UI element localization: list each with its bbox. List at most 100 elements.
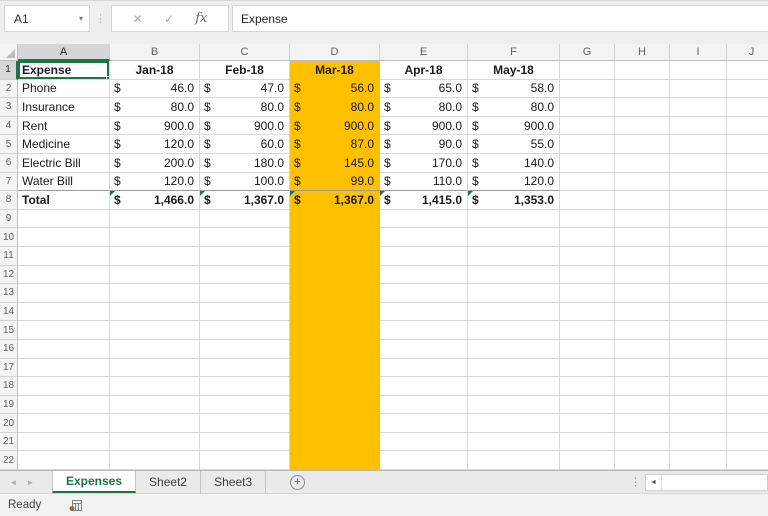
row-header-9[interactable]: 9 <box>0 210 18 229</box>
cell-F21[interactable] <box>468 433 560 452</box>
cell-I17[interactable] <box>670 359 727 378</box>
cell-E9[interactable] <box>380 210 468 229</box>
cell-A6[interactable]: Electric Bill <box>18 154 110 173</box>
cell-A19[interactable] <box>18 396 110 415</box>
cell-E7[interactable]: $110.0 <box>380 173 468 192</box>
cell-I13[interactable] <box>670 284 727 303</box>
sheet-tab-sheet2[interactable]: Sheet2 <box>136 471 201 493</box>
cell-G3[interactable] <box>560 98 615 117</box>
cell-J14[interactable] <box>727 303 768 322</box>
cell-A20[interactable] <box>18 414 110 433</box>
cell-I22[interactable] <box>670 451 727 470</box>
cell-A14[interactable] <box>18 303 110 322</box>
cell-G1[interactable] <box>560 61 615 80</box>
cell-G16[interactable] <box>560 340 615 359</box>
cell-G13[interactable] <box>560 284 615 303</box>
cell-F13[interactable] <box>468 284 560 303</box>
cell-G7[interactable] <box>560 173 615 192</box>
cell-I8[interactable] <box>670 191 727 210</box>
cell-E14[interactable] <box>380 303 468 322</box>
cell-G21[interactable] <box>560 433 615 452</box>
cell-E19[interactable] <box>380 396 468 415</box>
cell-D11[interactable] <box>290 247 380 266</box>
cell-J5[interactable] <box>727 135 768 154</box>
column-header-E[interactable]: E <box>380 44 468 61</box>
sheet-nav-right-icon[interactable]: ► <box>22 471 39 493</box>
cell-H6[interactable] <box>615 154 670 173</box>
cell-H10[interactable] <box>615 228 670 247</box>
cell-G9[interactable] <box>560 210 615 229</box>
cell-J20[interactable] <box>727 414 768 433</box>
cell-I14[interactable] <box>670 303 727 322</box>
select-all-button[interactable] <box>0 44 18 61</box>
cell-D21[interactable] <box>290 433 380 452</box>
cell-A15[interactable] <box>18 321 110 340</box>
cell-F10[interactable] <box>468 228 560 247</box>
cell-D7[interactable]: $99.0 <box>290 173 380 192</box>
cell-E17[interactable] <box>380 359 468 378</box>
cell-D3[interactable]: $80.0 <box>290 98 380 117</box>
cell-G17[interactable] <box>560 359 615 378</box>
cell-I2[interactable] <box>670 80 727 99</box>
cell-G11[interactable] <box>560 247 615 266</box>
column-header-A[interactable]: A <box>18 44 110 61</box>
cell-C21[interactable] <box>200 433 290 452</box>
row-header-10[interactable]: 10 <box>0 228 18 247</box>
cell-F14[interactable] <box>468 303 560 322</box>
cell-J22[interactable] <box>727 451 768 470</box>
cell-F9[interactable] <box>468 210 560 229</box>
sheet-tab-sheet3[interactable]: Sheet3 <box>201 471 266 493</box>
cell-D10[interactable] <box>290 228 380 247</box>
cell-J11[interactable] <box>727 247 768 266</box>
cell-F19[interactable] <box>468 396 560 415</box>
cell-E22[interactable] <box>380 451 468 470</box>
cell-I1[interactable] <box>670 61 727 80</box>
cell-C1[interactable]: Feb-18 <box>200 61 290 80</box>
cell-H13[interactable] <box>615 284 670 303</box>
cell-A18[interactable] <box>18 377 110 396</box>
cell-B11[interactable] <box>110 247 200 266</box>
cell-A4[interactable]: Rent <box>18 117 110 136</box>
cell-F7[interactable]: $120.0 <box>468 173 560 192</box>
cell-B19[interactable] <box>110 396 200 415</box>
cell-G4[interactable] <box>560 117 615 136</box>
cell-D6[interactable]: $145.0 <box>290 154 380 173</box>
cell-C13[interactable] <box>200 284 290 303</box>
cell-C17[interactable] <box>200 359 290 378</box>
cell-B16[interactable] <box>110 340 200 359</box>
cancel-icon[interactable]: ✕ <box>133 12 143 26</box>
row-header-2[interactable]: 2 <box>0 80 18 99</box>
row-header-3[interactable]: 3 <box>0 98 18 117</box>
cell-A10[interactable] <box>18 228 110 247</box>
cell-H8[interactable] <box>615 191 670 210</box>
cell-B5[interactable]: $120.0 <box>110 135 200 154</box>
cell-J18[interactable] <box>727 377 768 396</box>
cell-H19[interactable] <box>615 396 670 415</box>
cell-E13[interactable] <box>380 284 468 303</box>
cell-C20[interactable] <box>200 414 290 433</box>
cell-J8[interactable] <box>727 191 768 210</box>
cell-B3[interactable]: $80.0 <box>110 98 200 117</box>
cell-A7[interactable]: Water Bill <box>18 173 110 192</box>
row-header-8[interactable]: 8 <box>0 191 18 210</box>
cell-I15[interactable] <box>670 321 727 340</box>
cell-I5[interactable] <box>670 135 727 154</box>
cell-H17[interactable] <box>615 359 670 378</box>
cell-D20[interactable] <box>290 414 380 433</box>
cell-J1[interactable] <box>727 61 768 80</box>
cell-E20[interactable] <box>380 414 468 433</box>
cell-G6[interactable] <box>560 154 615 173</box>
cell-A1[interactable]: Expense <box>18 61 110 80</box>
row-header-4[interactable]: 4 <box>0 117 18 136</box>
cell-J4[interactable] <box>727 117 768 136</box>
cell-A3[interactable]: Insurance <box>18 98 110 117</box>
cell-D12[interactable] <box>290 266 380 285</box>
cell-B22[interactable] <box>110 451 200 470</box>
cell-F8[interactable]: $1,353.0 <box>468 191 560 210</box>
row-header-21[interactable]: 21 <box>0 433 18 452</box>
cell-E11[interactable] <box>380 247 468 266</box>
cell-A5[interactable]: Medicine <box>18 135 110 154</box>
cell-A22[interactable] <box>18 451 110 470</box>
cell-A8[interactable]: Total <box>18 191 110 210</box>
cell-D14[interactable] <box>290 303 380 322</box>
